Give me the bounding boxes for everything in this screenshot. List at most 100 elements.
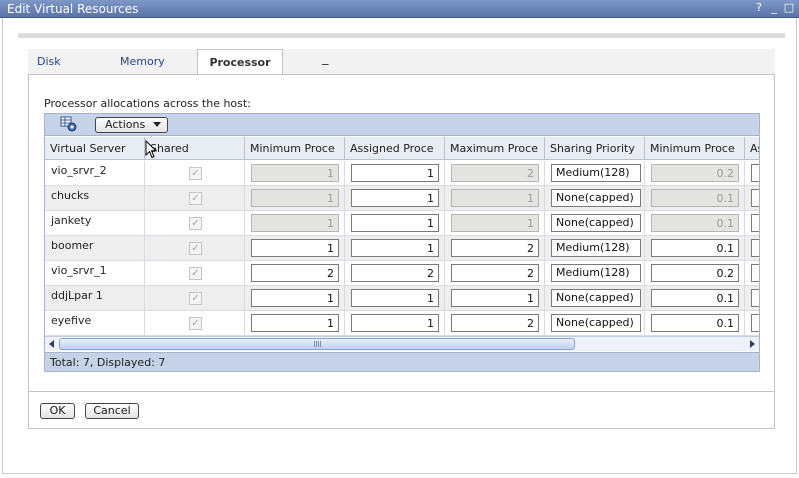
shared-checkbox: ✓ bbox=[189, 317, 202, 330]
minimum-processors-input bbox=[251, 214, 339, 232]
assigned-processing-units-input[interactable] bbox=[751, 239, 759, 257]
maximum-processors-input[interactable] bbox=[451, 289, 539, 307]
sharing-priority-select[interactable]: None(capped) bbox=[551, 314, 641, 332]
column-header-shared[interactable]: Shared bbox=[145, 137, 245, 160]
maximum-processors-input[interactable] bbox=[451, 239, 539, 257]
assigned-processing-units-cell bbox=[745, 311, 759, 335]
tab-processor[interactable]: Processor bbox=[197, 49, 283, 75]
assigned-processors-cell bbox=[345, 161, 445, 185]
sharing-priority-select[interactable]: None(capped) bbox=[551, 214, 641, 232]
assigned-processors-cell bbox=[345, 286, 445, 310]
maximum-processors-input[interactable] bbox=[451, 264, 539, 282]
sharing-priority-select[interactable]: Medium(128) bbox=[551, 264, 641, 282]
maximum-processors-input[interactable] bbox=[451, 314, 539, 332]
sharing-priority-select[interactable]: None(capped) bbox=[551, 189, 641, 207]
minimum-processing-units-cell bbox=[645, 311, 745, 335]
maximum-processors-cell bbox=[445, 186, 545, 210]
column-header-assigned-processing-units[interactable]: As bbox=[745, 137, 759, 160]
minimum-processors-input bbox=[251, 164, 339, 182]
sharing-priority-select[interactable]: None(capped) bbox=[551, 289, 641, 307]
minimum-processing-units-input bbox=[651, 164, 739, 182]
column-header-virtual-server[interactable]: Virtual Server bbox=[45, 137, 145, 160]
maximum-processors-cell bbox=[445, 261, 545, 285]
minimum-processors-input[interactable] bbox=[251, 264, 339, 282]
assigned-processing-units-cell bbox=[745, 161, 759, 185]
column-header-minimum-processing-units[interactable]: Minimum Proce bbox=[645, 137, 745, 160]
minimum-processing-units-cell bbox=[645, 286, 745, 310]
assigned-processors-cell bbox=[345, 186, 445, 210]
ok-button[interactable]: OK bbox=[40, 403, 75, 419]
shared-checkbox: ✓ bbox=[189, 167, 202, 180]
sharing-priority-cell: None(capped) bbox=[545, 286, 645, 310]
tab-memory[interactable]: Memory bbox=[120, 49, 165, 74]
column-header-maximum-processors[interactable]: Maximum Proce bbox=[445, 137, 545, 160]
assigned-processors-input[interactable] bbox=[351, 239, 439, 257]
actions-menu-button[interactable]: Actions bbox=[95, 117, 168, 133]
assigned-processing-units-cell bbox=[745, 286, 759, 310]
scroll-right-icon[interactable] bbox=[747, 339, 757, 349]
chevron-down-icon bbox=[153, 122, 161, 127]
minimum-processors-input[interactable] bbox=[251, 314, 339, 332]
table-settings-icon[interactable] bbox=[60, 116, 78, 133]
virtual-server-name: ddjLpar 1 bbox=[45, 286, 145, 310]
assigned-processing-units-input[interactable] bbox=[751, 264, 759, 282]
minimum-processing-units-input[interactable] bbox=[651, 289, 739, 307]
column-header-minimum-processors[interactable]: Minimum Proce bbox=[245, 137, 345, 160]
sharing-priority-cell: Medium(128) bbox=[545, 236, 645, 260]
scroll-left-icon[interactable] bbox=[47, 339, 57, 349]
assigned-processors-input[interactable] bbox=[351, 214, 439, 232]
table-toolbar: Actions bbox=[45, 114, 759, 136]
virtual-server-name: boomer bbox=[45, 236, 145, 260]
tab-disk[interactable]: Disk bbox=[37, 49, 61, 74]
minimum-processing-units-input[interactable] bbox=[651, 264, 739, 282]
maximum-processors-cell bbox=[445, 311, 545, 335]
shared-checkbox: ✓ bbox=[189, 242, 202, 255]
minimum-processing-units-input[interactable] bbox=[651, 239, 739, 257]
column-header-assigned-processors[interactable]: Assigned Proce bbox=[345, 137, 445, 160]
table-row: boomer ✓ Medium(128) bbox=[45, 236, 759, 261]
shared-cell: ✓ bbox=[145, 161, 245, 185]
cancel-button[interactable]: Cancel bbox=[85, 403, 139, 419]
horizontal-scrollbar[interactable] bbox=[45, 336, 759, 351]
minimum-processors-input[interactable] bbox=[251, 239, 339, 257]
assigned-processing-units-input[interactable] bbox=[751, 214, 759, 232]
minimum-processors-cell bbox=[245, 261, 345, 285]
minimize-icon[interactable]: _ bbox=[768, 1, 780, 15]
tab-overflow-button[interactable]: _ bbox=[322, 51, 329, 66]
maximize-icon[interactable]: □ bbox=[783, 1, 795, 15]
assigned-processors-input[interactable] bbox=[351, 314, 439, 332]
assigned-processing-units-input[interactable] bbox=[751, 314, 759, 332]
assigned-processing-units-cell bbox=[745, 186, 759, 210]
assigned-processing-units-input[interactable] bbox=[751, 189, 759, 207]
assigned-processing-units-input[interactable] bbox=[751, 289, 759, 307]
virtual-server-name: chucks bbox=[45, 186, 145, 210]
assigned-processors-input[interactable] bbox=[351, 264, 439, 282]
scrollbar-thumb[interactable] bbox=[59, 338, 575, 350]
assigned-processors-input[interactable] bbox=[351, 189, 439, 207]
window-controls: ? _ □ bbox=[753, 1, 795, 15]
minimum-processors-cell bbox=[245, 186, 345, 210]
window-title: Edit Virtual Resources bbox=[7, 2, 139, 16]
help-icon[interactable]: ? bbox=[753, 1, 765, 15]
shared-cell: ✓ bbox=[145, 211, 245, 235]
minimum-processing-units-cell bbox=[645, 236, 745, 260]
sharing-priority-select[interactable]: Medium(128) bbox=[551, 239, 641, 257]
scrollbar-grip-icon bbox=[314, 341, 321, 347]
sharing-priority-cell: None(capped) bbox=[545, 311, 645, 335]
assigned-processors-cell bbox=[345, 261, 445, 285]
assigned-processing-units-input[interactable] bbox=[751, 164, 759, 182]
minimum-processing-units-cell bbox=[645, 211, 745, 235]
sharing-priority-select[interactable]: Medium(128) bbox=[551, 164, 641, 182]
maximum-processors-input bbox=[451, 164, 539, 182]
shared-cell: ✓ bbox=[145, 286, 245, 310]
assigned-processors-input[interactable] bbox=[351, 164, 439, 182]
assigned-processors-cell bbox=[345, 236, 445, 260]
minimum-processing-units-cell bbox=[645, 161, 745, 185]
shared-checkbox: ✓ bbox=[189, 192, 202, 205]
column-header-sharing-priority[interactable]: Sharing Priority bbox=[545, 137, 645, 160]
minimum-processing-units-input[interactable] bbox=[651, 314, 739, 332]
assigned-processors-input[interactable] bbox=[351, 289, 439, 307]
minimum-processors-input[interactable] bbox=[251, 289, 339, 307]
shared-checkbox: ✓ bbox=[189, 292, 202, 305]
panel-divider bbox=[29, 391, 774, 392]
